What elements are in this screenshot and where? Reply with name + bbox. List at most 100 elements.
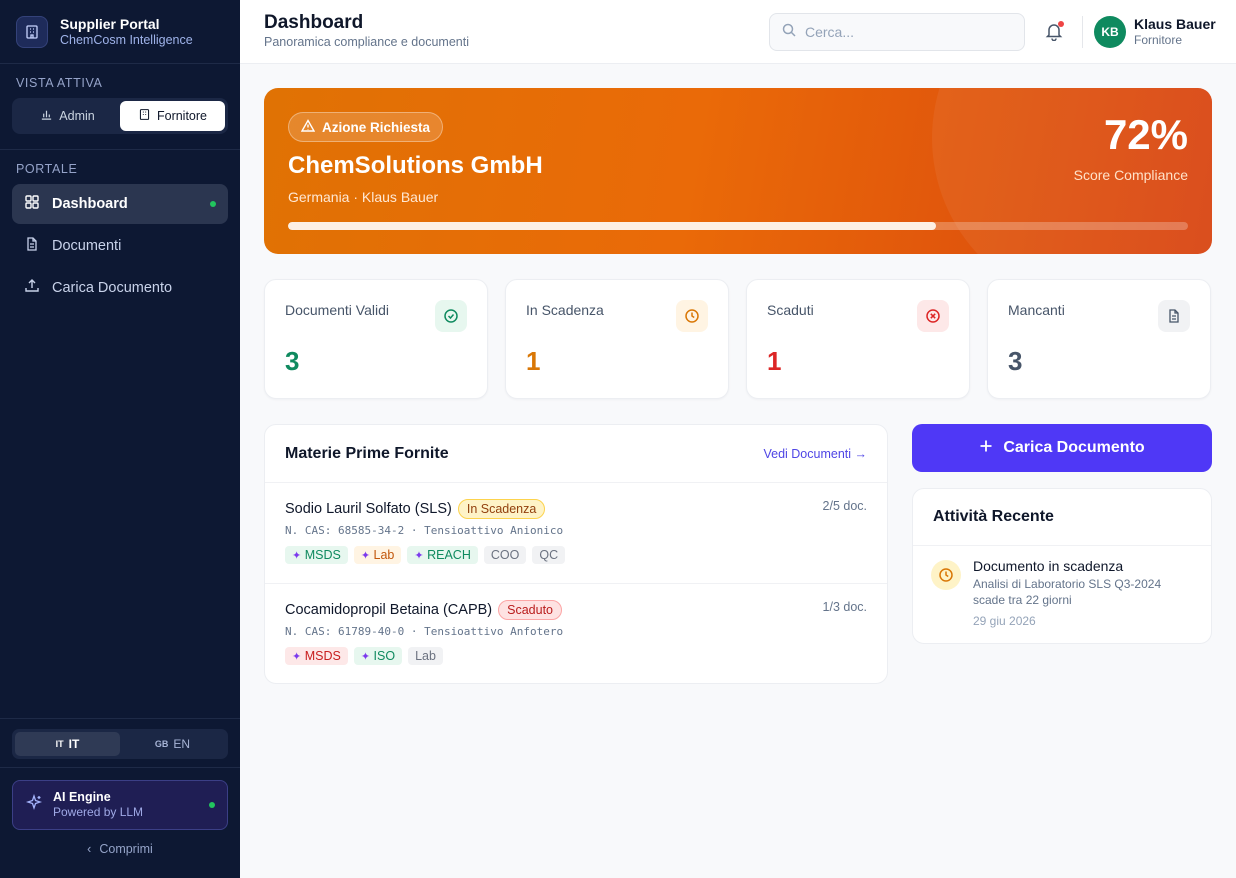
- notification-badge: [1058, 21, 1064, 27]
- tag-reach: ✦ REACH: [407, 546, 478, 564]
- compliance-hero: Azione Richiesta ChemSolutions GmbH Germ…: [264, 88, 1212, 254]
- x-circle-icon: [917, 300, 949, 332]
- tag-coo: COO: [483, 546, 527, 564]
- compliance-score-label: Score Compliance: [1073, 167, 1188, 183]
- cas-number: N. CAS: 68585-34-2 · Tensioattivo Anioni…: [285, 524, 564, 537]
- active-indicator: [210, 201, 216, 207]
- brand-title: Supplier Portal: [60, 15, 160, 32]
- page-title: Dashboard: [264, 12, 364, 33]
- bell-icon: [1044, 24, 1064, 45]
- clock-icon: [931, 560, 961, 590]
- activity-item-title: Documento in scadenza: [973, 558, 1124, 574]
- document-icon: [24, 236, 40, 256]
- avatar[interactable]: KB: [1094, 16, 1126, 48]
- view-fornitore-label: Fornitore: [156, 109, 208, 123]
- activity-item[interactable]: Documento in scadenza Analisi di Laborat…: [913, 546, 1211, 628]
- cas-number: N. CAS: 61789-40-0 · Tensioattivo Anfote…: [285, 625, 564, 638]
- upload-icon: [24, 278, 40, 298]
- compliance-score: 72%: [1103, 111, 1188, 158]
- material-name: Sodio Lauril Solfato (SLS): [285, 501, 452, 517]
- ai-engine-subtitle: Powered by LLM: [53, 805, 144, 819]
- activity-item-description: Analisi di Laboratorio SLS Q3-2024 scade…: [973, 576, 1191, 608]
- activity-item-document: Analisi di Laboratorio SLS Q3-2024: [973, 577, 1162, 591]
- material-row[interactable]: Cocamidopropil Betaina (CAPB) Scaduto 1/…: [265, 583, 887, 683]
- sparkle-icon: ✦: [360, 550, 371, 562]
- tag-msds: ✦ MSDS: [285, 647, 348, 665]
- document-count: 2/5 doc.: [822, 499, 867, 513]
- compliance-progress-fill: [288, 222, 936, 230]
- header-divider: [1082, 16, 1083, 48]
- building-icon: [16, 15, 48, 48]
- activity-title: Attività Recente: [913, 489, 1211, 546]
- badge-label: Azione Richiesta: [322, 119, 431, 135]
- collapse-sidebar-button[interactable]: ‹ Comprimi: [0, 842, 240, 856]
- language-it-button[interactable]: IT IT: [15, 732, 120, 756]
- sparkles-icon: [25, 793, 43, 817]
- activity-item-expiry: scade tra 22 giorni: [973, 593, 1072, 607]
- grid-icon: [24, 194, 40, 214]
- file-icon: [1158, 300, 1190, 332]
- stat-card-expiring[interactable]: In Scadenza 1: [505, 279, 729, 399]
- sparkle-icon: ✦: [292, 651, 302, 663]
- stat-card-valid[interactable]: Documenti Validi 3: [264, 279, 488, 399]
- stat-value: 1: [767, 346, 782, 376]
- document-count: 1/3 doc.: [822, 600, 867, 614]
- compliance-progress-bar: [288, 222, 1188, 230]
- nav-item-documenti[interactable]: Documenti: [12, 226, 228, 266]
- upload-document-button[interactable]: Carica Documento: [912, 424, 1212, 472]
- materials-header: Materie Prime Fornite Vedi Documenti →: [265, 425, 887, 483]
- status-badge: Scaduto: [498, 600, 562, 620]
- plus-icon: [979, 439, 993, 458]
- search-box: [769, 13, 1025, 51]
- search-input[interactable]: [805, 24, 1005, 40]
- check-circle-icon: [435, 300, 467, 332]
- activity-item-date: 29 giu 2026: [973, 614, 1036, 628]
- building-icon: [138, 108, 151, 124]
- portal-section-label: PORTALE: [16, 162, 78, 176]
- stat-card-expired[interactable]: Scaduti 1: [746, 279, 970, 399]
- view-documents-link[interactable]: Vedi Documenti →: [763, 447, 867, 461]
- document-tags: ✦ MSDS ✦ ISO Lab: [285, 647, 867, 665]
- notifications-button[interactable]: [1044, 21, 1066, 43]
- ai-engine-status: AI Engine Powered by LLM: [12, 780, 228, 830]
- nav-item-dashboard[interactable]: Dashboard: [12, 184, 228, 224]
- sparkle-icon: ✦: [292, 550, 302, 562]
- view-toggle: Admin Fornitore: [12, 98, 228, 134]
- view-switcher: VISTA ATTIVA Admin Fornitore: [0, 64, 240, 150]
- tag-lab: ✦ Lab: [353, 546, 402, 564]
- tag-iso: ✦ ISO: [353, 647, 403, 665]
- company-name: ChemSolutions GmbH: [288, 152, 543, 179]
- stat-card-missing[interactable]: Mancanti 3: [987, 279, 1211, 399]
- flag-it-icon: IT: [55, 739, 64, 749]
- view-fornitore-button[interactable]: Fornitore: [120, 101, 225, 131]
- nav-item-carica-documento[interactable]: Carica Documento: [12, 268, 228, 308]
- tag-qc: QC: [532, 546, 566, 564]
- user-role: Fornitore: [1134, 33, 1183, 47]
- status-dot: [209, 802, 215, 808]
- stat-label: Mancanti: [1008, 302, 1065, 318]
- stat-value: 3: [1008, 346, 1023, 376]
- warning-icon: [300, 118, 316, 136]
- brand: Supplier Portal ChemCosm Intelligence: [0, 0, 240, 64]
- bar-chart-icon: [40, 108, 53, 124]
- material-name: Cocamidopropil Betaina (CAPB): [285, 602, 493, 618]
- company-meta: Germania · Klaus Bauer: [288, 189, 439, 205]
- user-name: Klaus Bauer: [1134, 16, 1216, 32]
- page-subtitle: Panoramica compliance e documenti: [264, 35, 469, 49]
- language-switcher: IT IT GB EN: [0, 718, 240, 769]
- sparkle-icon: ✦: [414, 550, 424, 562]
- view-section-label: VISTA ATTIVA: [16, 76, 103, 90]
- nav-label: Documenti: [52, 238, 122, 254]
- search-icon: [782, 23, 796, 42]
- brand-subtitle: ChemCosm Intelligence: [60, 32, 193, 47]
- collapse-label: Comprimi: [99, 842, 153, 856]
- material-row[interactable]: Sodio Lauril Solfato (SLS) In Scadenza 2…: [265, 483, 887, 583]
- flag-gb-icon: GB: [154, 739, 169, 749]
- language-en-button[interactable]: GB EN: [120, 732, 225, 756]
- nav-label: Dashboard: [52, 196, 128, 212]
- action-required-badge: Azione Richiesta: [288, 112, 444, 142]
- materials-title: Materie Prime Fornite: [285, 444, 449, 462]
- portal-nav: PORTALE Dashboard Documenti Carica Docum…: [0, 150, 240, 308]
- view-admin-button[interactable]: Admin: [15, 101, 120, 131]
- language-label: EN: [173, 737, 191, 751]
